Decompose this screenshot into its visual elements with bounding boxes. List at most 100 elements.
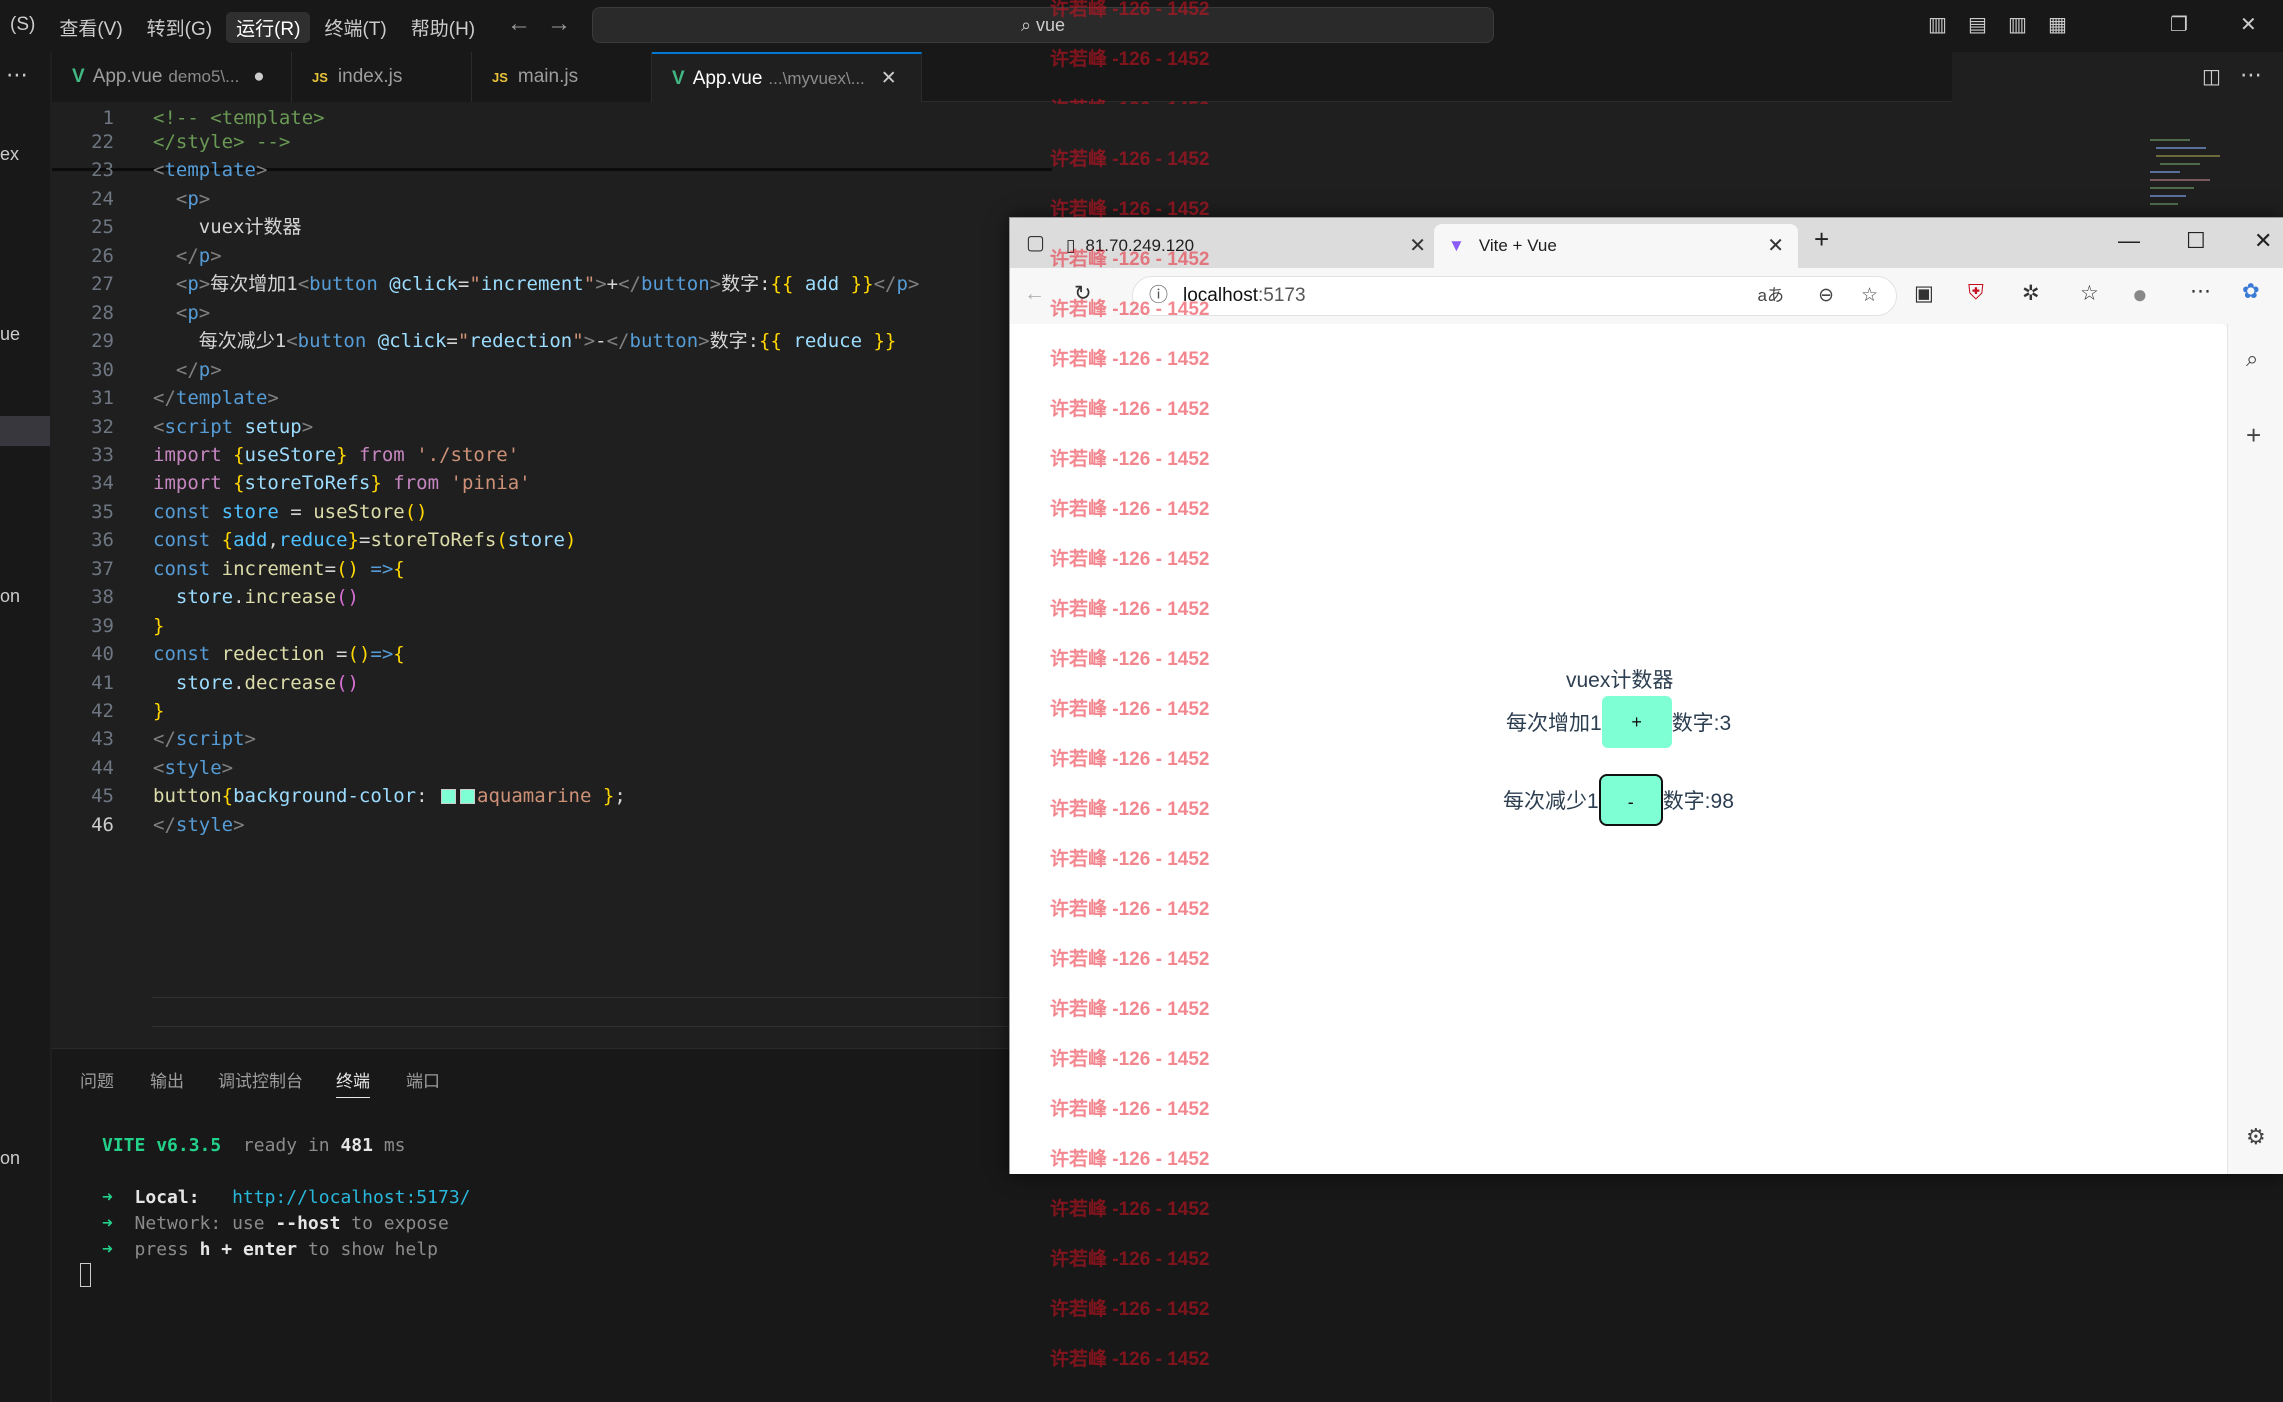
split-editor-icon[interactable]: ◫ [2202, 64, 2221, 89]
code-line[interactable]: 1 <!-- <template> [52, 104, 1452, 132]
increment-row: 每次增加1 + 数字:3 [1506, 696, 1731, 748]
code-text: <template> [153, 159, 268, 182]
minimap[interactable] [2150, 135, 2220, 215]
add-value: 数字:3 [1671, 712, 1732, 735]
code-text: } [153, 700, 165, 722]
browser-tab-vite-vue[interactable]: ▼ Vite + Vue ✕ [1434, 224, 1798, 268]
code-text: <!-- <template> [153, 107, 325, 129]
js-file-icon: JS [312, 70, 328, 85]
more-actions-icon[interactable]: ⋯ [2240, 62, 2262, 88]
tab-app-vue-myvuex[interactable]: V App.vue ...\myvuex\... ✕ [652, 52, 922, 102]
terminal-local-line: ➜ Local: http://localhost:5173/ [102, 1187, 471, 1208]
tab-output[interactable]: 输出 [150, 1067, 184, 1092]
vue-file-icon: V [72, 66, 85, 87]
watermark-text: 许若峰 -126 - 1452 [1050, 949, 1210, 970]
tab-app-vue-demo5[interactable]: V App.vue demo5\... ● [52, 52, 292, 102]
shield-icon[interactable]: ⛨ [1968, 281, 1984, 305]
menu-item[interactable]: (S) [0, 12, 45, 43]
code-line[interactable]: 22 </style> --> [52, 128, 1452, 156]
favorite-star-icon[interactable]: ☆ [1861, 277, 1878, 315]
close-tab-icon[interactable]: ✕ [1409, 224, 1426, 268]
add-icon[interactable]: + [2246, 420, 2261, 451]
menu-item[interactable]: 运行(R) [226, 12, 311, 43]
tab-main-js[interactable]: JS main.js [472, 52, 652, 102]
address-bar[interactable]: ⓘ localhost:5173 aあ ⊖ ☆ [1132, 276, 1897, 316]
toggle-secondary-sidebar-icon[interactable]: ▥ [2008, 12, 2027, 37]
terminal-network-line: ➜ Network: use --host to expose [102, 1213, 449, 1234]
zoom-icon[interactable]: ⊖ [1818, 277, 1834, 315]
local-url-link[interactable]: http://localhost:5173/ [232, 1187, 470, 1208]
menu-item[interactable]: 查看(V) [49, 12, 132, 43]
decrement-button[interactable]: - [1598, 774, 1663, 826]
tab-problems[interactable]: 问题 [80, 1067, 114, 1092]
watermark-text: 许若峰 -126 - 1452 [1050, 699, 1210, 720]
watermark-text: 许若峰 -126 - 1452 [1050, 1149, 1210, 1170]
search-icon: ⌕ [1020, 15, 1037, 35]
back-arrow-icon[interactable]: ← [507, 10, 531, 38]
read-aloud-icon[interactable]: aあ [1758, 277, 1784, 315]
restore-window-icon[interactable]: ❐ [2170, 12, 2188, 37]
extension-icon[interactable]: ▣ [1914, 281, 1934, 306]
watermark-text: 许若峰 -126 - 1452 [1050, 799, 1210, 820]
code-line[interactable]: 24 <p> [52, 185, 1452, 213]
line-number: 38 [91, 586, 114, 609]
tab-terminal[interactable]: 终端 [336, 1067, 370, 1098]
tab-actions-icon[interactable]: ▢ [1026, 230, 1045, 255]
line-number: 45 [91, 785, 114, 808]
code-text: button{background-color: aquamarine }; [153, 785, 626, 808]
close-tab-icon[interactable]: ✕ [1767, 224, 1784, 268]
new-tab-button[interactable]: + [1814, 224, 1829, 255]
line-number: 39 [91, 614, 114, 637]
menu-item[interactable]: 帮助(H) [401, 12, 485, 43]
maximize-icon[interactable]: ☐ [2186, 228, 2206, 254]
watermark-text: 许若峰 -126 - 1452 [1050, 299, 1210, 320]
close-window-icon[interactable]: ✕ [2254, 228, 2272, 254]
toggle-panel-icon[interactable]: ▤ [1968, 12, 1987, 37]
line-number: 31 [91, 387, 114, 410]
code-text: </style> --> [153, 131, 291, 153]
minimize-icon[interactable]: — [2118, 228, 2140, 254]
watermark-text: 许若峰 -126 - 1452 [1050, 449, 1210, 470]
code-text: const {add,reduce}=storeToRefs(store) [153, 529, 577, 552]
back-icon[interactable]: ← [1024, 282, 1045, 306]
code-text: import {useStore} from './store' [153, 443, 520, 466]
sidebar-fragment: on [0, 586, 21, 606]
code-text: 每次减少1<button @click="redection">-</butto… [153, 330, 897, 353]
tab-debug-console[interactable]: 调试控制台 [218, 1067, 303, 1092]
code-text: <p> [175, 301, 211, 324]
code-text: const increment=() =>{ [153, 557, 405, 580]
watermark-text: 许若峰 -126 - 1452 [1050, 649, 1210, 670]
menu-item[interactable]: 终端(T) [314, 12, 396, 43]
sidebar-selected-row[interactable] [0, 416, 50, 446]
watermark-text: 许若峰 -126 - 1452 [1050, 49, 1210, 70]
forward-arrow-icon[interactable]: → [547, 10, 571, 38]
code-text: import {storeToRefs} from 'pinia' [153, 472, 531, 495]
close-window-icon[interactable]: ✕ [2240, 12, 2257, 37]
increment-button[interactable]: + [1601, 696, 1672, 748]
command-search-input[interactable]: ⌕ vue [592, 7, 1494, 43]
gear-icon[interactable]: ⚙ [2246, 1124, 2266, 1150]
watermark-text: 许若峰 -126 - 1452 [1050, 849, 1210, 870]
settings-more-icon[interactable]: ⋯ [2190, 279, 2211, 304]
profile-avatar[interactable]: ● [2132, 279, 2148, 310]
copilot-icon[interactable]: ✿ [2242, 279, 2260, 304]
customize-layout-icon[interactable]: ▦ [2048, 12, 2067, 37]
watermark-text: 许若峰 -126 - 1452 [1050, 549, 1210, 570]
favorites-icon[interactable]: ☆ [2080, 281, 2099, 306]
terminal-vite-line: VITE v6.3.5 ready in 481 ms [102, 1135, 406, 1156]
line-number: 37 [91, 557, 114, 580]
extensions-puzzle-icon[interactable]: ✲ [2022, 281, 2040, 306]
search-icon[interactable]: ⌕ [2246, 346, 2258, 372]
terminal-cursor[interactable] [80, 1263, 91, 1287]
line-number: 46 [91, 813, 114, 836]
toggle-sidebar-icon[interactable]: ▥ [1928, 12, 1947, 37]
tab-index-js[interactable]: JS index.js [292, 52, 472, 102]
line-number: 44 [91, 756, 114, 779]
menu-item[interactable]: 转到(G) [137, 12, 222, 43]
line-number: 28 [91, 301, 114, 324]
line-number: 42 [91, 700, 114, 722]
tab-ports[interactable]: 端口 [406, 1067, 440, 1092]
code-line[interactable]: 23 <template> [52, 156, 1452, 184]
close-tab-icon[interactable]: ✕ [881, 68, 897, 89]
more-icon[interactable]: ⋯ [6, 62, 28, 88]
